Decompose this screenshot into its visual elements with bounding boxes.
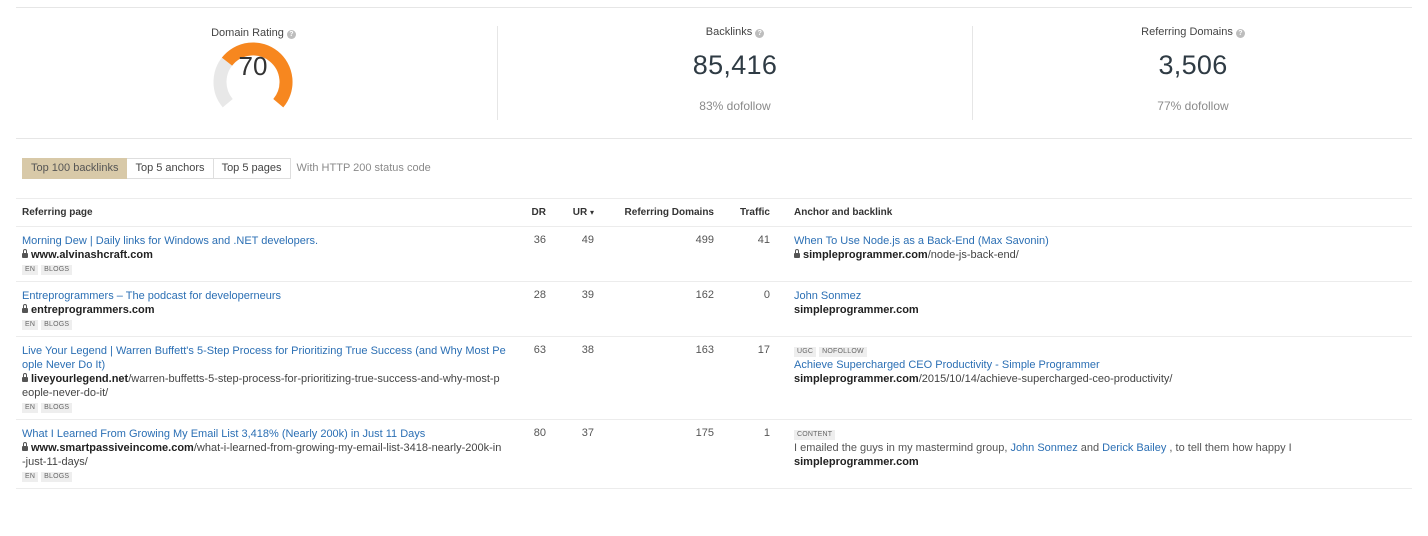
referring-page-url[interactable]: www.alvinashcraft.com	[22, 248, 516, 262]
target-url[interactable]: simpleprogrammer.com/node-js-back-end/	[794, 248, 1406, 262]
page-tags: EN BLOGS	[22, 469, 516, 483]
backlinks-card: Backlinks? 85,416 83% dofollow	[497, 26, 972, 120]
domain-rating-label: Domain Rating?	[16, 27, 491, 39]
table-header-row: Referring page DR UR ▾ Referring Domains…	[16, 198, 1412, 227]
sort-desc-icon: ▾	[589, 208, 594, 217]
referring-domains-value[interactable]: 3,506	[973, 50, 1413, 81]
tag-language: EN	[22, 265, 39, 275]
cell-referring-domains[interactable]: 499	[600, 226, 720, 282]
col-referring-domains[interactable]: Referring Domains	[600, 198, 720, 227]
cell-ur: 39	[552, 281, 600, 337]
tab-top-100-backlinks[interactable]: Top 100 backlinks	[22, 158, 128, 179]
referring-page-url[interactable]: www.smartpassiveincome.com/what-i-learne…	[22, 441, 516, 469]
referring-page-title-link[interactable]: Live Your Legend | Warren Buffett's 5-St…	[22, 344, 516, 372]
col-traffic[interactable]: Traffic	[720, 198, 776, 227]
referring-page-url[interactable]: entreprogrammers.com	[22, 303, 516, 317]
domain-rating-card: Domain Rating? 70	[16, 8, 496, 138]
tag-category: BLOGS	[41, 320, 73, 330]
lock-icon	[22, 442, 28, 451]
page-tags: EN BLOGS	[22, 400, 516, 414]
lock-icon	[794, 249, 800, 258]
cell-dr: 28	[522, 281, 552, 337]
help-icon[interactable]: ?	[755, 29, 765, 38]
lock-icon	[22, 373, 28, 382]
backlink-tabs: Top 100 backlinks Top 5 anchors Top 5 pa…	[22, 158, 431, 179]
table-row: Entreprogrammers – The podcast for devel…	[16, 281, 1412, 337]
help-icon[interactable]: ?	[286, 30, 296, 39]
cell-referring-domains[interactable]: 175	[600, 419, 720, 489]
tag-category: BLOGS	[41, 265, 73, 275]
col-ur[interactable]: UR ▾	[552, 198, 600, 227]
col-referring-page[interactable]: Referring page	[16, 198, 522, 227]
anchor-text-link[interactable]: John Sonmez	[794, 289, 1406, 303]
cell-referring-domains[interactable]: 162	[600, 281, 720, 337]
lock-icon	[22, 249, 28, 258]
anchor-context-text: I emailed the guys in my mastermind grou…	[794, 442, 1292, 454]
table-row: Live Your Legend | Warren Buffett's 5-St…	[16, 336, 1412, 420]
cell-traffic[interactable]: 0	[720, 281, 776, 337]
status-code-note: With HTTP 200 status code	[296, 162, 431, 174]
referring-page-title-link[interactable]: Morning Dew | Daily links for Windows an…	[22, 234, 516, 248]
referring-page-url[interactable]: liveyourlegend.net/warren-buffetts-5-ste…	[22, 372, 516, 400]
cell-traffic[interactable]: 41	[720, 226, 776, 282]
domain-rating-value: 70	[238, 51, 268, 81]
referring-domains-label: Referring Domains?	[973, 26, 1413, 38]
tab-top-5-anchors[interactable]: Top 5 anchors	[127, 158, 214, 179]
cell-ur: 38	[552, 336, 600, 420]
anchor-link-derick-bailey[interactable]: Derick Bailey	[1102, 442, 1166, 454]
target-url[interactable]: simpleprogrammer.com	[794, 455, 1406, 469]
cell-dr: 63	[522, 336, 552, 420]
col-anchor-and-backlink[interactable]: Anchor and backlink	[776, 198, 1412, 227]
link-attribute-tags: CONTENT	[794, 427, 1406, 441]
target-url[interactable]: simpleprogrammer.com/2015/10/14/achieve-…	[794, 372, 1406, 386]
tag-language: EN	[22, 472, 39, 482]
backlinks-label: Backlinks?	[498, 26, 972, 38]
tag-category: BLOGS	[41, 472, 73, 482]
cell-ur: 37	[552, 419, 600, 489]
anchor-text-link[interactable]: Achieve Supercharged CEO Productivity - …	[794, 358, 1406, 372]
cell-traffic[interactable]: 1	[720, 419, 776, 489]
cell-ur: 49	[552, 226, 600, 282]
backlinks-value[interactable]: 85,416	[498, 50, 972, 81]
cell-dr: 36	[522, 226, 552, 282]
lock-icon	[22, 304, 28, 313]
referring-page-title-link[interactable]: What I Learned From Growing My Email Lis…	[22, 427, 516, 441]
table-row: What I Learned From Growing My Email Lis…	[16, 419, 1412, 489]
cell-traffic[interactable]: 17	[720, 336, 776, 420]
tag-language: EN	[22, 320, 39, 330]
backlinks-dofollow: 83% dofollow	[699, 99, 771, 113]
tab-top-5-pages[interactable]: Top 5 pages	[213, 158, 291, 179]
anchor-text-link[interactable]: When To Use Node.js as a Back-End (Max S…	[794, 234, 1406, 248]
table-row: Morning Dew | Daily links for Windows an…	[16, 226, 1412, 282]
referring-domains-dofollow: 77% dofollow	[1157, 99, 1229, 113]
tag-language: EN	[22, 403, 39, 413]
target-url[interactable]: simpleprogrammer.com	[794, 303, 1406, 317]
col-dr[interactable]: DR	[522, 198, 552, 227]
page-tags: EN BLOGS	[22, 262, 516, 276]
tag-ugc: UGC	[794, 347, 817, 357]
cell-referring-domains[interactable]: 163	[600, 336, 720, 420]
link-attribute-tags: UGC NOFOLLOW	[794, 344, 1406, 358]
tag-category: BLOGS	[41, 403, 73, 413]
backlinks-table: Referring page DR UR ▾ Referring Domains…	[16, 198, 1412, 489]
anchor-link-john-sonmez[interactable]: John Sonmez	[1010, 442, 1077, 454]
help-icon[interactable]: ?	[1235, 29, 1245, 38]
page-tags: EN BLOGS	[22, 317, 516, 331]
tag-content: CONTENT	[794, 430, 836, 440]
tag-nofollow: NOFOLLOW	[819, 347, 867, 357]
referring-page-title-link[interactable]: Entreprogrammers – The podcast for devel…	[22, 289, 516, 303]
overview-stats: Domain Rating? 70 Backlinks? 85,416 83% …	[16, 8, 1412, 139]
cell-dr: 80	[522, 419, 552, 489]
referring-domains-card: Referring Domains? 3,506 77% dofollow	[972, 26, 1413, 120]
